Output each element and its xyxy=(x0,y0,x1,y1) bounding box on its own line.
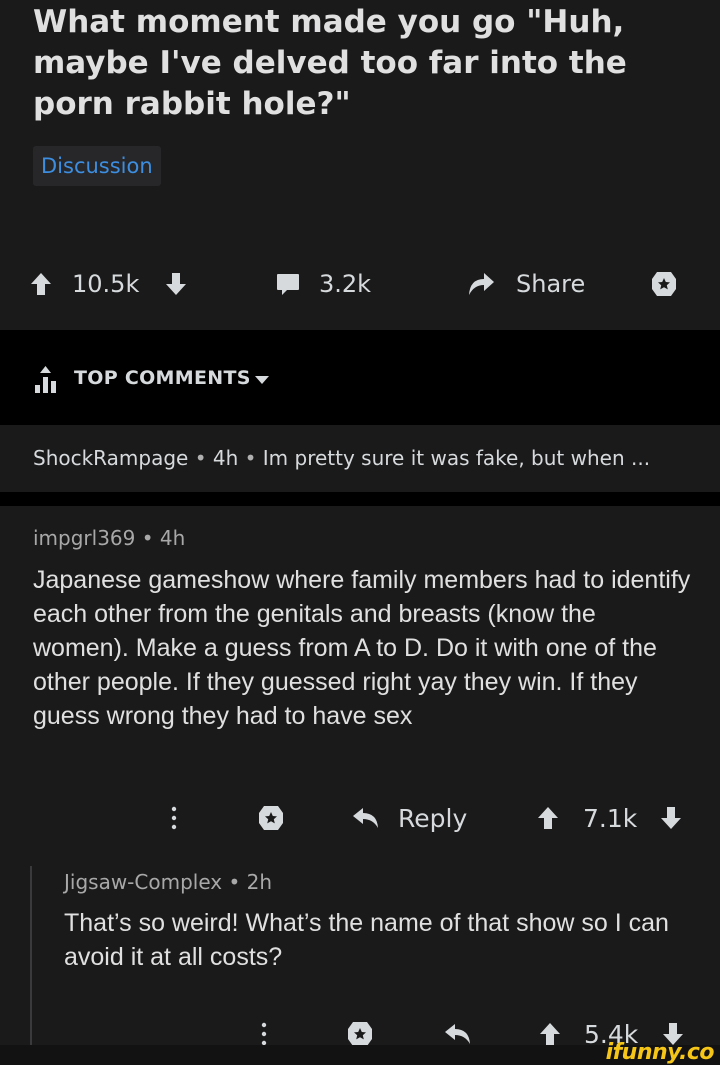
divider xyxy=(0,492,720,506)
reply-icon xyxy=(445,1024,470,1044)
award-icon xyxy=(652,272,676,296)
post-downvote-button[interactable] xyxy=(165,262,187,306)
comment-age: 4h xyxy=(159,526,186,550)
comment-actions: Reply 7.1k xyxy=(0,796,720,840)
comment-author[interactable]: impgrl369 xyxy=(33,526,135,550)
reply-body: That’s so weird! What’s the name of that… xyxy=(64,909,669,971)
separator-dot: • xyxy=(141,526,154,550)
collapsed-comment[interactable]: ShockRampage • 4h • Im pretty sure it wa… xyxy=(0,425,720,492)
upvote-icon xyxy=(538,807,558,829)
collapsed-comment-author[interactable]: ShockRampage xyxy=(33,446,188,470)
comment-icon xyxy=(277,274,299,295)
post-header: What moment made you go "Huh, maybe I've… xyxy=(0,0,720,330)
post-award-button[interactable] xyxy=(650,262,678,306)
reply-thread: Jigsaw-Complex • 2h That’s so weird! Wha… xyxy=(30,866,720,1049)
collapsed-comment-preview: Im pretty sure it was fake, but when ... xyxy=(262,446,651,470)
separator-dot: • xyxy=(244,446,257,470)
more-icon xyxy=(171,806,177,830)
reply-author[interactable]: Jigsaw-Complex xyxy=(64,870,222,894)
post-comment-count: 3.2k xyxy=(319,270,372,298)
reply-age: 2h xyxy=(246,870,273,894)
comment-body: Japanese gameshow where family members h… xyxy=(33,566,691,730)
sort-label: TOP COMMENTS xyxy=(74,367,251,389)
post-share-label: Share xyxy=(516,270,586,298)
caret-down-icon xyxy=(255,376,269,384)
award-icon xyxy=(348,1022,372,1046)
more-icon xyxy=(261,1022,267,1046)
post-upvote-button[interactable] xyxy=(30,262,52,306)
downvote-icon xyxy=(166,273,186,295)
reply-label: Reply xyxy=(398,803,468,833)
post-actions: 10.5k 3.2k Share xyxy=(0,262,720,306)
comment-upvote-button[interactable] xyxy=(537,796,559,840)
reply-meta: Jigsaw-Complex • 2h xyxy=(64,870,272,894)
collapsed-comment-age: 4h xyxy=(212,446,239,470)
post-title: What moment made you go "Huh, maybe I've… xyxy=(33,4,627,122)
upvote-icon xyxy=(540,1023,560,1045)
downvote-icon xyxy=(661,807,681,829)
comment-more-button[interactable] xyxy=(170,796,178,840)
award-icon xyxy=(259,806,283,830)
top-sort-icon xyxy=(35,366,56,393)
separator-dot: • xyxy=(194,446,207,470)
post-share-button[interactable]: Share xyxy=(466,262,585,306)
comment-meta: impgrl369 • 4h xyxy=(33,526,185,550)
comment: impgrl369 • 4h Japanese gameshow where f… xyxy=(0,506,720,1065)
comment-downvote-button[interactable] xyxy=(660,796,682,840)
share-icon xyxy=(469,273,494,295)
separator-dot: • xyxy=(228,870,241,894)
comment-reply-button[interactable]: Reply xyxy=(352,796,467,840)
sort-bar[interactable]: TOP COMMENTS xyxy=(0,330,720,425)
post-comments-button[interactable]: 3.2k xyxy=(275,262,371,306)
post-flair[interactable]: Discussion xyxy=(33,146,161,186)
comment-score: 7.1k xyxy=(583,803,638,833)
post-score: 10.5k xyxy=(72,270,140,298)
upvote-icon xyxy=(31,273,51,295)
reply-icon xyxy=(353,808,378,828)
watermark-logo: ifunny.co xyxy=(605,1040,715,1065)
comment-award-button[interactable] xyxy=(257,796,285,840)
